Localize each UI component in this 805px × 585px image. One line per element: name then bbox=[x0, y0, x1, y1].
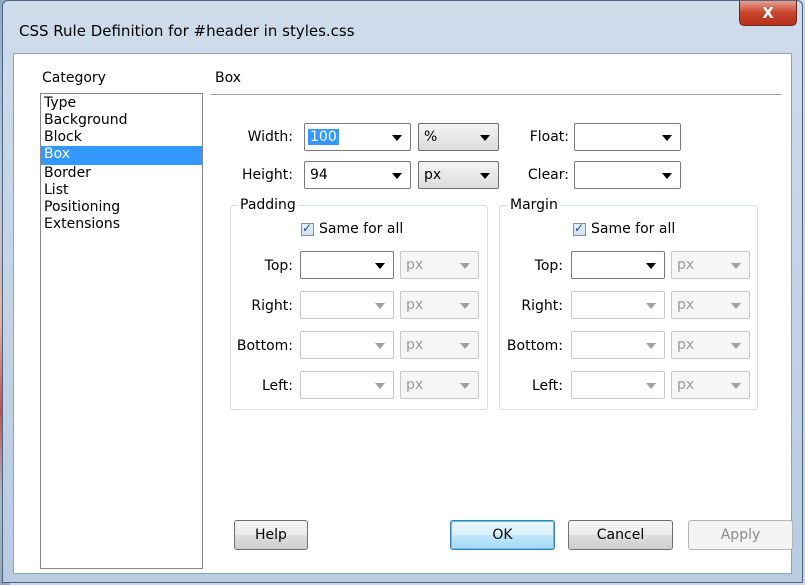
category-item-box[interactable]: Box bbox=[41, 146, 202, 165]
padding-right-label: Right: bbox=[251, 298, 293, 314]
margin-left-input bbox=[571, 371, 665, 399]
margin-bottom-unit-select: px bbox=[671, 331, 750, 359]
margin-bottom-input bbox=[571, 331, 665, 359]
chevron-down-icon bbox=[646, 343, 656, 349]
height-label: Height: bbox=[242, 167, 293, 183]
height-unit-select[interactable]: px bbox=[418, 161, 499, 189]
margin-left-unit-value: px bbox=[677, 377, 695, 393]
padding-left-input bbox=[300, 371, 394, 399]
margin-right-label: Right: bbox=[521, 298, 563, 314]
padding-left-unit-value: px bbox=[406, 377, 424, 393]
title-bar: CSS Rule Definition for #header in style… bbox=[3, 1, 802, 53]
help-button[interactable]: Help bbox=[234, 520, 308, 550]
chevron-down-icon bbox=[646, 263, 656, 269]
margin-top-label: Top: bbox=[534, 258, 563, 274]
chevron-down-icon bbox=[731, 303, 741, 309]
chevron-down-icon bbox=[460, 343, 470, 349]
float-select[interactable] bbox=[574, 123, 681, 151]
margin-same-checkbox[interactable]: Same for all bbox=[573, 221, 675, 237]
margin-top-input[interactable] bbox=[571, 251, 665, 279]
checkbox-checked-icon bbox=[301, 221, 314, 236]
close-button[interactable]: X bbox=[739, 1, 797, 26]
width-input[interactable]: 100 bbox=[304, 123, 411, 151]
section-title: Box bbox=[215, 70, 242, 86]
margin-top-unit-value: px bbox=[677, 257, 695, 273]
padding-right-input bbox=[300, 291, 394, 319]
margin-bottom-label: Bottom: bbox=[506, 338, 563, 354]
chevron-down-icon bbox=[646, 383, 656, 389]
height-input[interactable]: 94 bbox=[304, 161, 411, 189]
dialog-body: Category Type Background Block Box Borde… bbox=[13, 53, 793, 574]
chevron-down-icon bbox=[460, 263, 470, 269]
chevron-down-icon bbox=[646, 303, 656, 309]
height-value: 94 bbox=[310, 167, 328, 183]
checkbox-checked-icon bbox=[573, 221, 586, 236]
section-divider bbox=[211, 94, 781, 95]
padding-left-label: Left: bbox=[261, 378, 293, 394]
chevron-down-icon bbox=[392, 135, 402, 141]
padding-bottom-label: Bottom: bbox=[236, 338, 293, 354]
margin-left-unit-select: px bbox=[671, 371, 750, 399]
float-label: Float: bbox=[529, 129, 569, 145]
margin-same-label: Same for all bbox=[591, 221, 676, 237]
chevron-down-icon bbox=[731, 383, 741, 389]
padding-bottom-unit-select: px bbox=[400, 331, 479, 359]
chevron-down-icon bbox=[731, 343, 741, 349]
chevron-down-icon bbox=[480, 135, 490, 141]
clear-label: Clear: bbox=[527, 167, 569, 183]
width-value: 100 bbox=[308, 129, 339, 145]
margin-right-unit-value: px bbox=[677, 297, 695, 313]
chevron-down-icon bbox=[392, 173, 402, 179]
padding-top-label: Top: bbox=[264, 258, 293, 274]
padding-bottom-unit-value: px bbox=[406, 337, 424, 353]
width-label: Width: bbox=[247, 129, 293, 145]
padding-top-unit-select: px bbox=[400, 251, 479, 279]
chevron-down-icon bbox=[375, 303, 385, 309]
padding-top-input[interactable] bbox=[300, 251, 394, 279]
margin-right-input bbox=[571, 291, 665, 319]
margin-group-title: Margin bbox=[508, 197, 560, 213]
margin-bottom-unit-value: px bbox=[677, 337, 695, 353]
margin-left-label: Left: bbox=[531, 378, 563, 394]
category-item-extensions[interactable]: Extensions bbox=[41, 216, 202, 235]
chevron-down-icon bbox=[731, 263, 741, 269]
cancel-button[interactable]: Cancel bbox=[568, 520, 673, 550]
css-rule-dialog: CSS Rule Definition for #header in style… bbox=[2, 0, 803, 583]
chevron-down-icon bbox=[375, 343, 385, 349]
chevron-down-icon bbox=[375, 383, 385, 389]
chevron-down-icon bbox=[662, 173, 672, 179]
margin-right-unit-select: px bbox=[671, 291, 750, 319]
padding-left-unit-select: px bbox=[400, 371, 479, 399]
padding-top-unit-value: px bbox=[406, 257, 424, 273]
chevron-down-icon bbox=[375, 263, 385, 269]
chevron-down-icon bbox=[662, 135, 672, 141]
height-unit-value: px bbox=[424, 167, 442, 183]
dialog-title: CSS Rule Definition for #header in style… bbox=[19, 22, 355, 40]
width-unit-select[interactable]: % bbox=[418, 123, 499, 151]
category-label: Category bbox=[42, 70, 106, 86]
category-list[interactable]: Type Background Block Box Border List Po… bbox=[40, 93, 203, 569]
ok-button[interactable]: OK bbox=[450, 520, 555, 550]
padding-same-checkbox[interactable]: Same for all bbox=[301, 221, 403, 237]
clear-select[interactable] bbox=[574, 161, 681, 189]
apply-button: Apply bbox=[688, 520, 793, 550]
padding-same-label: Same for all bbox=[319, 221, 404, 237]
padding-right-unit-value: px bbox=[406, 297, 424, 313]
chevron-down-icon bbox=[480, 173, 490, 179]
chevron-down-icon bbox=[460, 303, 470, 309]
close-icon: X bbox=[762, 4, 774, 22]
chevron-down-icon bbox=[460, 383, 470, 389]
margin-top-unit-select: px bbox=[671, 251, 750, 279]
width-unit-value: % bbox=[424, 129, 438, 145]
padding-bottom-input bbox=[300, 331, 394, 359]
padding-right-unit-select: px bbox=[400, 291, 479, 319]
padding-group-title: Padding bbox=[238, 197, 298, 213]
